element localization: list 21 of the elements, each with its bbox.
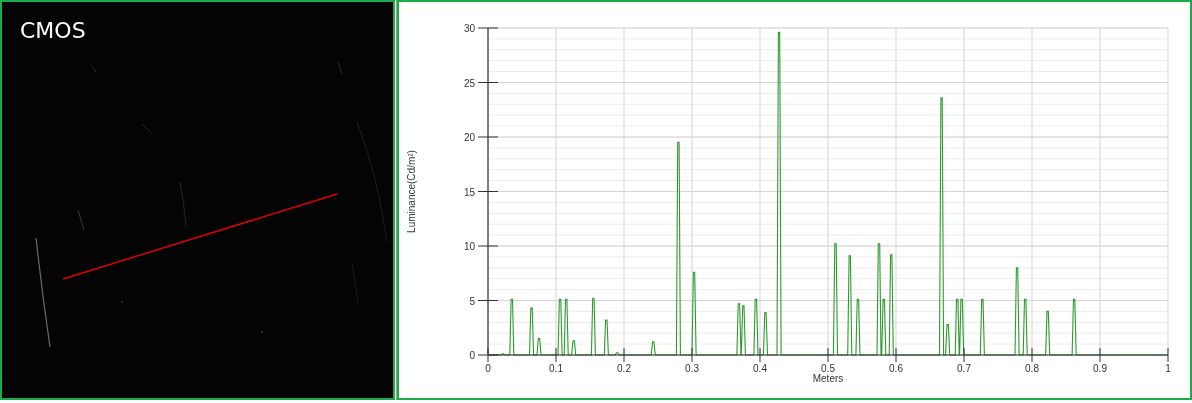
- x-tick-label: 1: [1165, 363, 1171, 374]
- y-tick-label: 25: [463, 77, 475, 89]
- x-tick-label: 0.5: [821, 363, 835, 374]
- y-tick-label: 20: [463, 132, 475, 143]
- x-tick-label: 0.3: [685, 363, 699, 374]
- x-tick-label: 0.2: [617, 363, 631, 374]
- image-label: CMOS: [20, 18, 86, 43]
- y-tick-label: 15: [463, 186, 475, 198]
- y-axis-title: Luminance(Cd/m²): [406, 150, 417, 233]
- y-tick-label: 0: [469, 350, 475, 361]
- x-tick-label: 0: [485, 363, 491, 374]
- x-tick-label: 0.8: [1025, 363, 1039, 374]
- x-tick-label: 0.1: [549, 363, 563, 374]
- x-tick-label: 0.4: [753, 363, 767, 374]
- x-axis-title: Meters: [812, 373, 844, 384]
- x-tick-label: 0.9: [1093, 363, 1107, 374]
- y-tick-label: 30: [463, 23, 475, 34]
- y-tick-label: 10: [463, 241, 475, 252]
- x-tick-label: 0.7: [957, 363, 971, 374]
- x-tick-label: 0.6: [889, 363, 903, 374]
- y-tick-label: 5: [469, 295, 475, 307]
